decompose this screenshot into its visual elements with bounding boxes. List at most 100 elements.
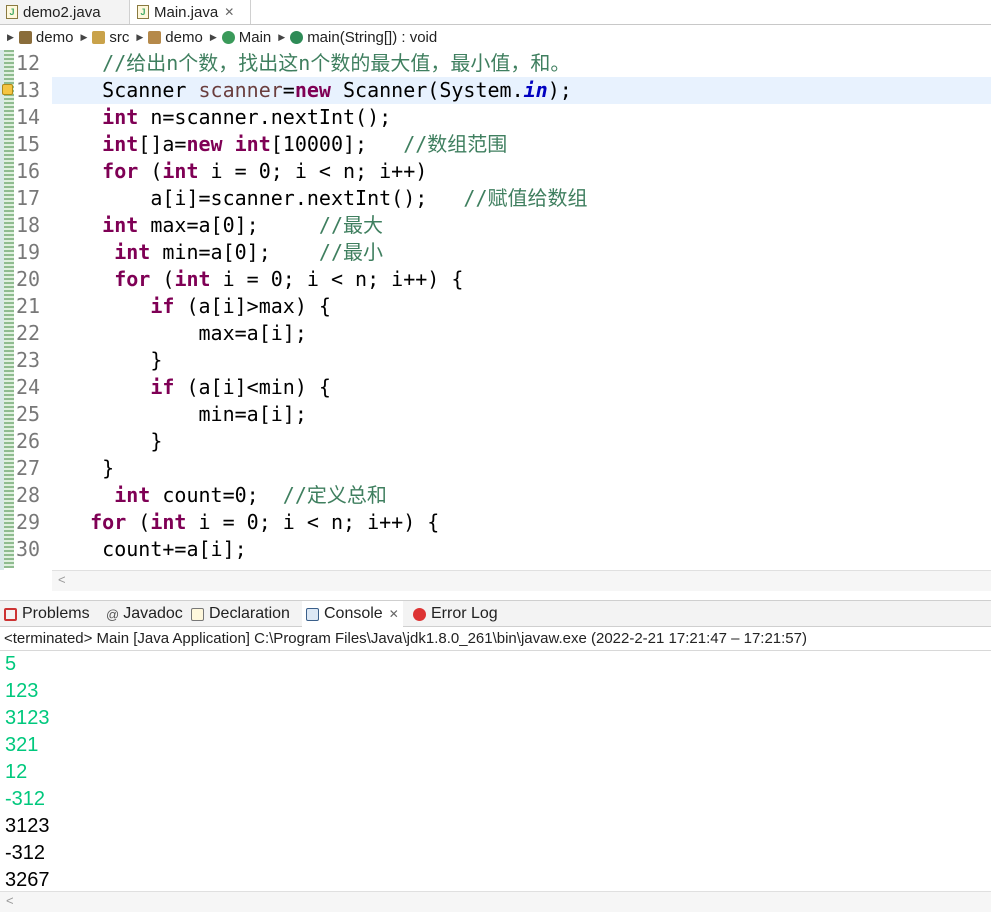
code-token: int xyxy=(114,483,151,507)
console-line: 321 xyxy=(5,734,39,756)
code-text: int n=scanner.nextInt(); xyxy=(54,104,391,131)
console-status: <terminated> Main [Java Application] C:\… xyxy=(4,630,807,647)
code-token: ); xyxy=(547,78,572,102)
code-line[interactable]: 27 } xyxy=(0,455,991,482)
code-line[interactable]: 13 Scanner scanner=new Scanner(System.in… xyxy=(0,77,991,104)
close-icon[interactable]: ✕ xyxy=(389,607,399,621)
code-token: int xyxy=(102,213,139,237)
code-token: ( xyxy=(126,510,151,534)
warning-icon[interactable] xyxy=(2,84,13,95)
code-token: new xyxy=(186,132,223,156)
code-line[interactable]: 23 } xyxy=(0,347,991,374)
code-text: } xyxy=(54,428,162,455)
breadcrumb-item-method[interactable]: ▶ main(String[]) : void xyxy=(271,29,437,46)
console-line: 123 xyxy=(5,680,39,702)
at-icon: @ xyxy=(106,606,120,622)
code-token: for xyxy=(90,510,127,534)
code-line[interactable]: 24 if (a[i]<min) { xyxy=(0,374,991,401)
line-number: 19 xyxy=(16,240,41,264)
code-text: if (a[i]<min) { xyxy=(54,374,331,401)
code-token: count+=a[i]; xyxy=(54,537,247,561)
code-token: } xyxy=(54,348,163,372)
tab-declaration[interactable]: Declaration xyxy=(191,601,290,627)
bottom-panel-tabs: Problems @ Javadoc Declaration Console ✕… xyxy=(0,600,991,627)
code-token: min=a[0]; xyxy=(150,240,319,264)
console-output[interactable]: 5 123 3123 321 12 -312 3123 -312 3267 xyxy=(0,650,991,891)
code-line[interactable]: 20 for (int i = 0; i < n; i++) { xyxy=(0,266,991,293)
code-editor[interactable]: 12 //给出n个数，找出这n个数的最大值，最小值，和。 13 Scanner s… xyxy=(0,50,991,570)
code-text: if (a[i]>max) { xyxy=(54,293,331,320)
code-token: scanner xyxy=(198,78,283,102)
code-text: min=a[i]; xyxy=(54,401,307,428)
code-text: int count=0; //定义总和 xyxy=(54,482,387,509)
code-line[interactable]: 16 for (int i = 0; i < n; i++) xyxy=(0,158,991,185)
tab-label: demo2.java xyxy=(23,3,101,21)
line-number: 14 xyxy=(16,105,41,129)
code-line[interactable]: 15 int[]a=new int[10000]; //数组范围 xyxy=(0,131,991,158)
method-icon xyxy=(290,31,304,44)
code-line[interactable]: 18 int max=a[0]; //最大 xyxy=(0,212,991,239)
code-token: i = 0; i < n; i++) { xyxy=(186,510,440,534)
console-line: 3123 xyxy=(5,815,50,837)
code-line[interactable]: 26 } xyxy=(0,428,991,455)
code-line[interactable]: 30 count+=a[i]; xyxy=(0,536,991,563)
code-line[interactable]: 21 if (a[i]>max) { xyxy=(0,293,991,320)
code-line[interactable]: 12 //给出n个数，找出这n个数的最大值，最小值，和。 xyxy=(0,50,991,77)
editor-tab-bar: J demo2.java J Main.java ✕ xyxy=(0,0,991,25)
code-token: int xyxy=(234,132,271,156)
code-line[interactable]: 14 int n=scanner.nextInt(); xyxy=(0,104,991,131)
tab-problems[interactable]: Problems xyxy=(4,601,90,627)
tab-console[interactable]: Console ✕ xyxy=(302,601,403,627)
code-line[interactable]: 17 a[i]=scanner.nextInt(); //赋值给数组 xyxy=(0,185,991,212)
close-icon[interactable]: ✕ xyxy=(224,5,234,19)
tab-demo2-java[interactable]: J demo2.java xyxy=(0,0,130,24)
line-number: 27 xyxy=(16,456,41,480)
scroll-left-icon[interactable]: < xyxy=(6,893,14,908)
code-token: //最大 xyxy=(318,213,384,237)
chevron-right-icon: ▶ xyxy=(7,32,14,42)
tab-error-log[interactable]: Error Log xyxy=(413,601,498,627)
code-token: for xyxy=(114,267,151,291)
line-number: 21 xyxy=(16,294,41,318)
console-line: 12 xyxy=(5,761,28,783)
code-token: Scanner xyxy=(54,78,199,102)
code-token: []a= xyxy=(138,132,187,156)
code-text: for (int i = 0; i < n; i++) { xyxy=(54,266,463,293)
code-line[interactable]: 28 int count=0; //定义总和 xyxy=(0,482,991,509)
tab-main-java[interactable]: J Main.java ✕ xyxy=(131,0,251,24)
line-number: 23 xyxy=(16,348,41,372)
code-line[interactable]: 25 min=a[i]; xyxy=(0,401,991,428)
code-text: int min=a[0]; //最小 xyxy=(54,239,383,266)
code-token: max=a[i]; xyxy=(54,321,307,345)
breadcrumb-item-package[interactable]: ▶ demo xyxy=(129,29,202,46)
breadcrumb-item-src[interactable]: ▶ src xyxy=(73,29,129,46)
code-token: = xyxy=(282,78,295,102)
code-text: a[i]=scanner.nextInt(); //赋值给数组 xyxy=(54,185,587,212)
code-line[interactable]: 29 for (int i = 0; i < n; i++) { xyxy=(0,509,991,536)
code-token: in xyxy=(523,78,548,102)
code-token: (a[i]<min) { xyxy=(174,375,331,399)
code-line[interactable]: 19 int min=a[0]; //最小 xyxy=(0,239,991,266)
code-text: int max=a[0]; //最大 xyxy=(54,212,383,239)
scroll-left-icon[interactable]: < xyxy=(58,572,66,587)
console-horizontal-scrollbar[interactable]: < xyxy=(0,891,991,912)
code-token: min=a[i]; xyxy=(54,402,307,426)
chevron-right-icon: ▶ xyxy=(136,32,144,42)
breadcrumb-item-class[interactable]: ▶ Main xyxy=(203,29,271,46)
editor-horizontal-scrollbar[interactable]: < xyxy=(52,570,991,591)
code-token: //最小 xyxy=(318,240,384,264)
tab-javadoc[interactable]: @ Javadoc xyxy=(106,601,183,627)
breadcrumb-item-project[interactable]: ▶ demo xyxy=(0,29,73,46)
code-token: int xyxy=(150,510,187,534)
code-line[interactable]: 22 max=a[i]; xyxy=(0,320,991,347)
line-number: 18 xyxy=(16,213,41,237)
code-token: for xyxy=(102,159,139,183)
